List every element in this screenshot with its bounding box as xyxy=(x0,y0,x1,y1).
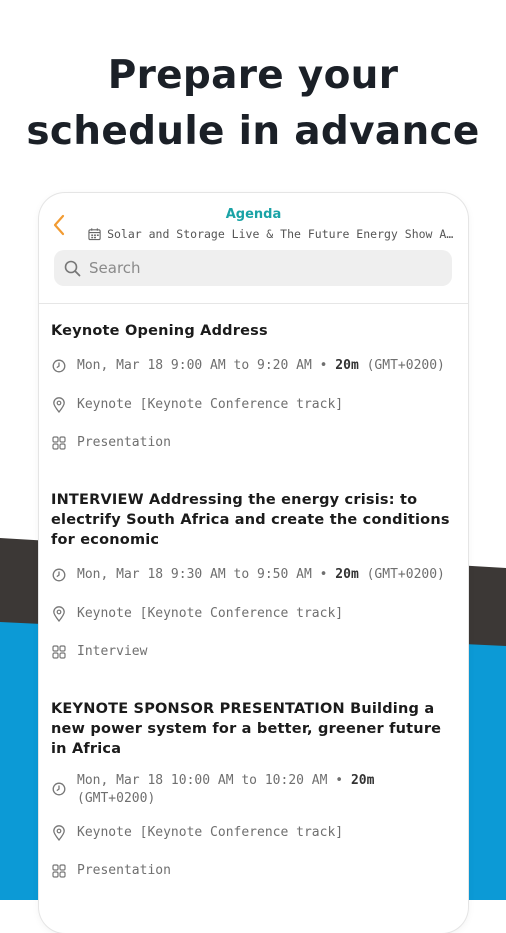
session-time: Mon, Mar 18 9:30 AM to 9:50 AM xyxy=(77,567,312,582)
search-input[interactable] xyxy=(87,258,452,278)
session-bullet: • xyxy=(319,567,328,582)
clock-icon xyxy=(51,566,67,584)
location-pin-icon xyxy=(51,605,67,623)
session-bullet: • xyxy=(335,773,344,788)
session-item[interactable]: KEYNOTE SPONSOR PRESENTATION Building a … xyxy=(51,699,454,878)
session-time-row: Mon, Mar 18 10:00 AM to 10:20 AM • 20m (… xyxy=(51,772,454,808)
session-title: INTERVIEW Addressing the energy crisis: … xyxy=(51,492,450,548)
location-pin-icon xyxy=(51,396,67,414)
session-duration: 20m xyxy=(335,358,359,373)
session-location: Keynote [Keynote Conference track] xyxy=(77,825,344,840)
session-title: Keynote Opening Address xyxy=(51,323,268,339)
category-grid-icon xyxy=(51,643,67,661)
category-grid-icon xyxy=(51,862,67,880)
session-location: Keynote [Keynote Conference track] xyxy=(77,606,344,621)
session-type: Presentation xyxy=(77,435,171,450)
location-pin-icon xyxy=(51,824,67,842)
session-type: Interview xyxy=(77,644,148,659)
phone-card: Agenda Solar and Storage Live & The Futu… xyxy=(39,193,468,933)
headline-line-2: schedule in advance xyxy=(26,109,480,154)
session-timezone: (GMT+0200) xyxy=(77,791,156,806)
clock-icon xyxy=(51,357,67,375)
session-title: KEYNOTE SPONSOR PRESENTATION Building a … xyxy=(51,701,442,757)
event-name: Solar and Storage Live & The Future Ener… xyxy=(107,227,456,241)
agenda-header: Agenda Solar and Storage Live & The Futu… xyxy=(39,193,468,304)
search-icon xyxy=(64,260,81,276)
session-timezone: (GMT+0200) xyxy=(366,567,445,582)
session-time: Mon, Mar 18 9:00 AM to 9:20 AM xyxy=(77,358,312,373)
session-item[interactable]: INTERVIEW Addressing the energy crisis: … xyxy=(51,490,454,659)
promo-headline: Prepare your schedule in advance xyxy=(0,48,506,160)
session-item[interactable]: Keynote Opening Address Mon, Mar 18 9:00… xyxy=(51,321,454,450)
clock-icon xyxy=(51,780,67,798)
session-type-row: Presentation xyxy=(51,862,454,880)
session-location-row: Keynote [Keynote Conference track] xyxy=(51,824,454,842)
session-location: Keynote [Keynote Conference track] xyxy=(77,397,344,412)
session-time-row: Mon, Mar 18 9:30 AM to 9:50 AM • 20m (GM… xyxy=(51,566,454,584)
calendar-icon xyxy=(88,228,101,241)
search-bar[interactable] xyxy=(54,250,452,286)
session-type-row: Presentation xyxy=(51,434,454,452)
session-time: Mon, Mar 18 10:00 AM to 10:20 AM xyxy=(77,773,328,788)
session-timezone: (GMT+0200) xyxy=(366,358,445,373)
category-grid-icon xyxy=(51,434,67,452)
session-time-row: Mon, Mar 18 9:00 AM to 9:20 AM • 20m (GM… xyxy=(51,357,454,375)
session-type-row: Interview xyxy=(51,643,454,661)
session-duration: 20m xyxy=(335,567,359,582)
event-name-row: Solar and Storage Live & The Future Ener… xyxy=(88,227,456,241)
session-location-row: Keynote [Keynote Conference track] xyxy=(51,396,454,414)
session-location-row: Keynote [Keynote Conference track] xyxy=(51,605,454,623)
session-type: Presentation xyxy=(77,863,171,878)
session-bullet: • xyxy=(319,358,328,373)
headline-line-1: Prepare your xyxy=(107,53,399,98)
session-duration: 20m xyxy=(350,773,375,788)
page-title: Agenda xyxy=(225,207,282,222)
